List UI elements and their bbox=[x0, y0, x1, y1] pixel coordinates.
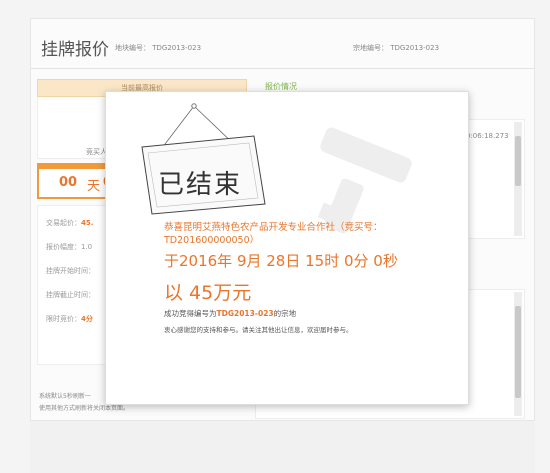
info-label: 挂牌截止时间： bbox=[46, 291, 95, 299]
refresh-hint: 系统默认5秒刷新一 bbox=[39, 393, 91, 400]
plot-code-label: 地块编号： bbox=[115, 44, 150, 52]
bid-timestamp: 0:06:18.273 bbox=[466, 132, 509, 140]
info-label: 挂牌开始时间： bbox=[46, 267, 95, 275]
info-label: 报价幅度： bbox=[46, 243, 81, 251]
thanks-text: 衷心感谢您的支持和参与。请关注其他出让信息，欢迎届时参与。 bbox=[164, 326, 353, 334]
header: 挂牌报价 地块编号： TDG2013-023 宗地编号： TDG2013-023 bbox=[31, 19, 534, 69]
info-label: 交易起价： bbox=[46, 219, 81, 227]
zong-code: 宗地编号： TDG2013-023 bbox=[353, 43, 439, 53]
win-date: 于2016年 9月 28日 15时 0分 0秒 bbox=[164, 252, 398, 270]
zong-code-label: 宗地编号： bbox=[353, 44, 388, 52]
success-code: TDG2013-023 bbox=[216, 309, 274, 318]
footer bbox=[30, 420, 535, 473]
info-value: 1.0 bbox=[81, 243, 93, 251]
zong-code-value: TDG2013-023 bbox=[390, 44, 440, 52]
info-value: 45. bbox=[81, 219, 94, 227]
success-line: 成功竞得编号为TDG2013-023的宗地 bbox=[164, 308, 296, 319]
dialog-graphics bbox=[141, 103, 412, 234]
scroll-thumb[interactable] bbox=[515, 136, 521, 186]
plot-code-value: TDG2013-023 bbox=[152, 44, 202, 52]
plot-code: 地块编号： TDG2013-023 bbox=[115, 43, 201, 53]
message-scrollbar[interactable] bbox=[514, 292, 522, 416]
winner-text: 恭喜昆明艾燕特色农产品开发专业合作社（竞买号：TD201600000050） bbox=[164, 222, 383, 246]
scroll-thumb[interactable] bbox=[515, 306, 521, 398]
success-suffix: 的宗地 bbox=[273, 309, 297, 318]
gavel-icon bbox=[317, 127, 412, 234]
info-value: 4分 bbox=[81, 315, 93, 323]
win-price: 以 45万元 bbox=[164, 282, 252, 304]
countdown-days: 00 bbox=[59, 175, 78, 190]
bidder-label: 竞买人 bbox=[86, 148, 107, 156]
page-title: 挂牌报价 bbox=[41, 40, 109, 60]
ended-sign-text: 已结束 bbox=[158, 170, 243, 200]
bid-log-scrollbar[interactable] bbox=[514, 122, 522, 236]
info-label: 限时竞价： bbox=[46, 315, 81, 323]
auction-ended-dialog: 已结束 恭喜昆明艾燕特色农产品开发专业合作社（竞买号：TD20160000005… bbox=[105, 91, 469, 405]
countdown-day-unit: 天 bbox=[87, 179, 101, 194]
success-prefix: 成功竞得编号为 bbox=[164, 309, 217, 318]
